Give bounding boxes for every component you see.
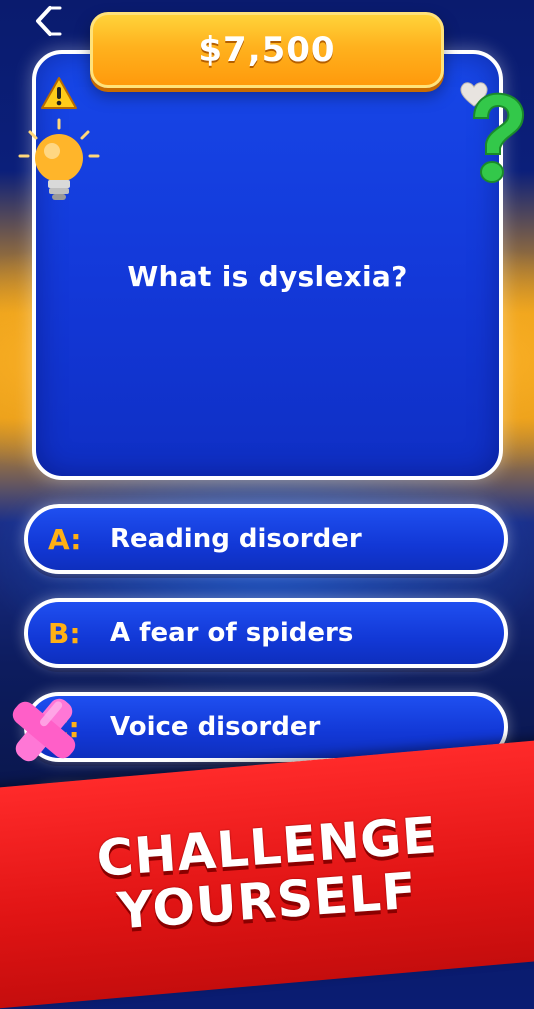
warning-icon[interactable] — [40, 76, 78, 110]
answer-text: A fear of spiders — [110, 618, 354, 648]
lightbulb-icon[interactable] — [18, 118, 100, 206]
back-button[interactable] — [30, 4, 64, 38]
prize-banner: $7,500 — [90, 12, 444, 88]
answer-letter: A: — [48, 522, 82, 556]
answer-text: Voice disorder — [110, 712, 321, 742]
answer-letter: B: — [48, 616, 81, 650]
answer-text: Reading disorder — [110, 524, 362, 554]
back-chevron-icon — [36, 6, 62, 36]
answer-option-a[interactable]: A: Reading disorder — [24, 504, 508, 574]
question-card: What is dyslexia? — [32, 50, 503, 480]
question-mark-icon[interactable] — [460, 90, 532, 190]
question-text: What is dyslexia? — [127, 260, 408, 293]
answer-option-b[interactable]: B: A fear of spiders — [24, 598, 508, 668]
pink-x-icon — [12, 698, 76, 762]
prize-value: $7,500 — [198, 30, 336, 70]
